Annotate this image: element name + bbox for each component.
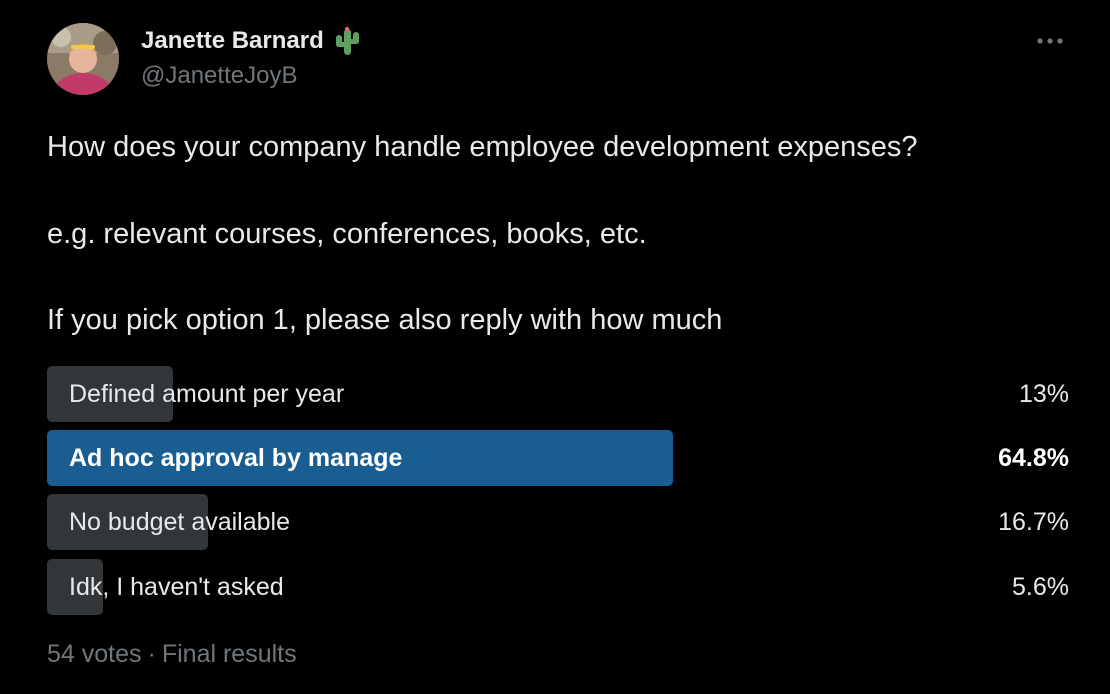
- author-name-text: Janette Barnard: [141, 27, 324, 54]
- poll-option-label: Defined amount per year: [69, 380, 345, 408]
- tweet-text-line: How does your company handle employee de…: [47, 131, 918, 163]
- author-handle[interactable]: @JanetteJoyB: [141, 62, 297, 90]
- poll-option-percent: 5.6%: [1012, 573, 1069, 601]
- avatar-image: [47, 23, 119, 95]
- poll-option-label: No budget available: [69, 508, 290, 536]
- avatar[interactable]: [47, 23, 119, 95]
- poll-footer: 54 votes · Final results: [47, 640, 297, 669]
- cactus-icon: [332, 26, 362, 56]
- poll-option-percent: 16.7%: [998, 508, 1069, 536]
- poll-option-label: Idk, I haven't asked: [69, 573, 284, 601]
- poll-option[interactable]: Idk, I haven't asked 5.6%: [47, 559, 1069, 615]
- poll-option-percent: 13%: [1018, 380, 1069, 408]
- poll-option-percent: 64.8%: [998, 444, 1069, 472]
- more-horizontal-icon[interactable]: [1032, 30, 1068, 52]
- poll-option[interactable]: No budget available 16.7%: [47, 494, 1069, 550]
- poll-separator: ·: [147, 640, 156, 668]
- poll-status: Final results: [161, 640, 297, 668]
- poll-option-label: Ad hoc approval by manage: [69, 444, 403, 472]
- tweet: Janette Barnard @JanetteJoyB How does yo…: [0, 0, 1110, 694]
- poll-option[interactable]: Defined amount per year 13%: [47, 366, 1069, 422]
- tweet-text-line: e.g. relevant courses, conferences, book…: [47, 218, 647, 250]
- poll-votes: 54 votes: [47, 640, 142, 668]
- author-name[interactable]: Janette Barnard: [141, 26, 362, 56]
- poll-option-winner[interactable]: Ad hoc approval by manage 64.8%: [47, 430, 1069, 486]
- tweet-text-line: If you pick option 1, please also reply …: [47, 304, 723, 336]
